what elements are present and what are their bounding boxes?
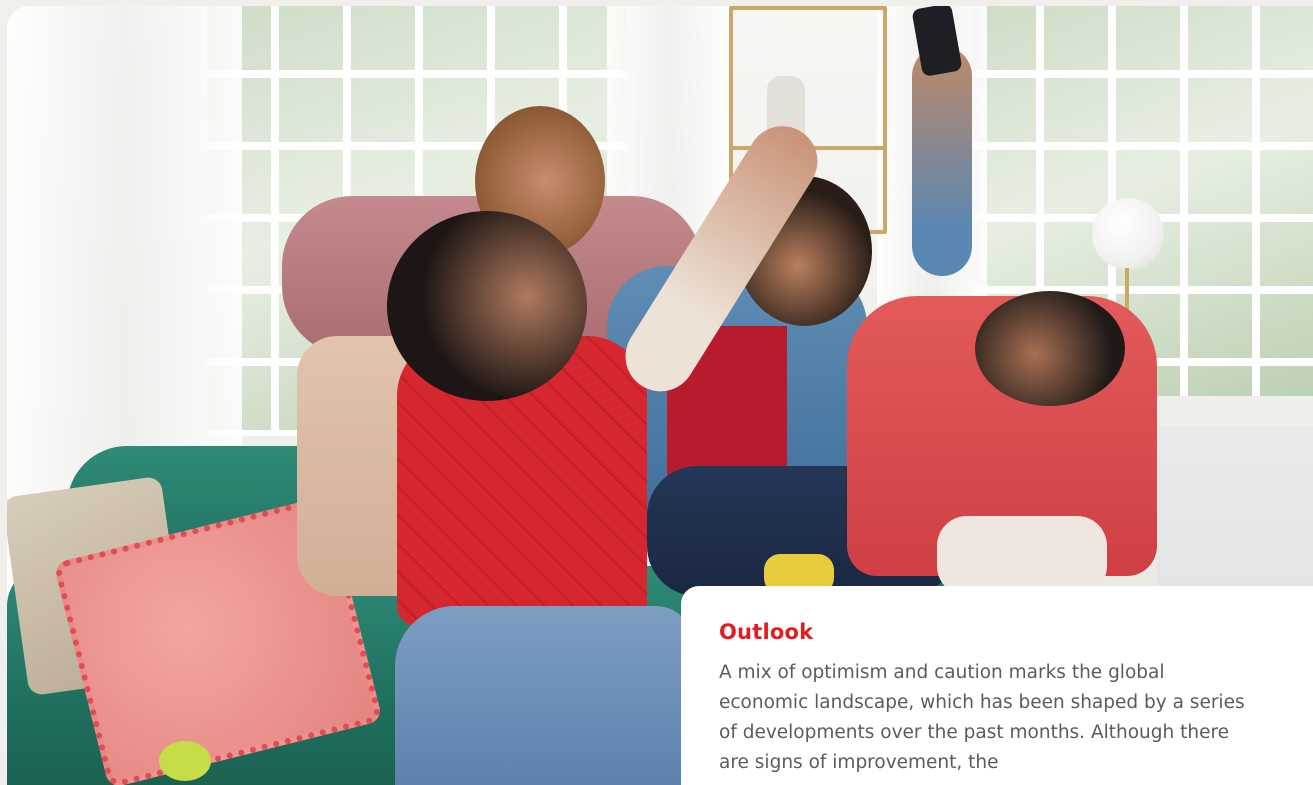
person-white-shorts [937,516,1107,596]
tennis-ball [159,741,211,781]
outlook-body-text: A mix of optimism and caution marks the … [719,662,1245,773]
person-light-jeans [395,606,695,785]
person-red-shirt-head [975,291,1125,406]
person-red-vest-head [387,211,587,401]
outlook-heading: Outlook [719,620,814,644]
page-frame: Outlook A mix of optimism and caution ma… [7,6,1313,785]
person-raised-arm [912,46,972,276]
outlook-card: Outlook A mix of optimism and caution ma… [681,586,1313,785]
lamp-globe [1092,198,1164,270]
